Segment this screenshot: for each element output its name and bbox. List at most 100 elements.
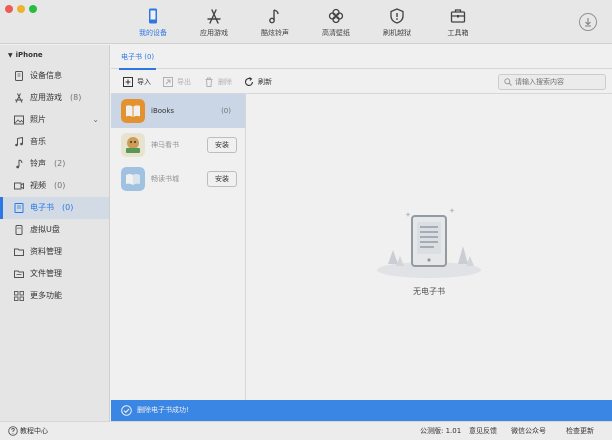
nav-label: 应用游戏 [200,29,228,37]
sidebar-item-data-manager[interactable]: 资料管理 [0,241,109,263]
music-note-icon [269,9,279,24]
download-button[interactable] [579,13,597,31]
nav-label: 我的设备 [139,29,167,37]
nav-ringtones[interactable]: 酷炫铃声 [245,7,305,38]
sidebar-item-music[interactable]: 音乐 [0,131,109,153]
ebook-app-list: iBooks (0) 神马看书 安装 畅读书城 安装 [111,94,246,400]
export-icon [163,77,173,87]
nav-label: 高清壁纸 [322,29,350,37]
feedback-link[interactable]: 意见反馈 [469,422,497,440]
main-panel: 电子书 (0) 导入 导出 删除 刷新 请输入搜索内容 iBooks (0) 神… [111,45,612,400]
tab-ebooks[interactable]: 电子书 (0) [118,45,157,70]
help-center-label: 教程中心 [20,427,48,435]
search-icon [504,78,512,86]
version-text: 公测版: 1.01 [420,427,462,435]
refresh-label: 刷新 [258,78,272,86]
import-button[interactable]: 导入 [123,76,151,88]
music-icon [15,137,23,147]
list-item-changdu[interactable]: 畅读书城 安装 [111,162,245,196]
wechat-link[interactable]: 微信公众号 [511,422,546,440]
sidebar-item-device-info[interactable]: 设备信息 [0,65,109,87]
close-window-button[interactable] [5,5,13,13]
sidebar-item-ebooks[interactable]: 电子书 (0) [0,197,109,219]
zoom-window-button[interactable] [29,5,37,13]
refresh-button[interactable]: 刷新 [244,76,272,88]
app-store-icon [207,9,221,24]
phone-icon [149,8,157,24]
help-icon [8,426,18,436]
tab-bar: 电子书 (0) [111,45,612,70]
nav-flash-jailbreak[interactable]: 刷机越狱 [367,7,427,38]
device-name: iPhone [15,51,43,59]
window-controls [5,5,37,13]
nav-apps-games[interactable]: 应用游戏 [184,7,244,38]
empty-ebook-illustration [377,208,481,278]
search-input[interactable] [515,75,605,89]
refresh-icon [244,77,254,86]
sidebar-item-count: (2) [54,159,66,168]
nav-label: 酷炫铃声 [261,29,289,37]
export-button[interactable]: 导出 [163,76,191,88]
minimize-window-button[interactable] [17,5,25,13]
nav-my-device[interactable]: 我的设备 [123,7,183,38]
sidebar-item-label: 音乐 [30,137,46,146]
ebook-icon [14,203,24,213]
delete-button[interactable]: 删除 [204,76,232,88]
sidebar-item-photos[interactable]: 照片 ⌄ [0,109,109,131]
grid-icon [14,291,24,301]
sidebar-item-label: 铃声 [30,159,46,168]
success-toast: 删除电子书成功! [111,400,612,421]
app-window: 我的设备 应用游戏 酷炫铃声 高清壁纸 刷机越狱 工具箱 ▼ iPhone 设备… [0,0,612,440]
sidebar-item-count: (0) [54,181,66,190]
top-toolbar: 我的设备 应用游戏 酷炫铃声 高清壁纸 刷机越狱 工具箱 [0,0,612,44]
ibooks-icon [121,99,145,123]
photo-icon [14,115,24,125]
sidebar-item-label: 设备信息 [30,71,62,80]
help-center-link[interactable]: 教程中心 [8,422,48,440]
sidebar-item-apps[interactable]: 应用游戏 (8) [0,87,109,109]
install-button[interactable]: 安装 [207,171,237,187]
sidebar-item-more[interactable]: 更多功能 [0,285,109,307]
nav-toolbox[interactable]: 工具箱 [428,7,488,38]
install-button[interactable]: 安装 [207,137,237,153]
check-update-link[interactable]: 检查更新 [566,422,594,440]
sidebar-item-label: 虚拟U盘 [30,225,60,234]
file-manager-icon [14,270,24,278]
changdu-icon [121,167,145,191]
list-item-shenma[interactable]: 神马看书 安装 [111,128,245,162]
search-box[interactable] [498,74,606,90]
toast-text: 删除电子书成功! [137,406,189,414]
empty-state: 无电子书 [246,94,612,400]
download-icon [585,18,591,27]
sidebar-item-label: 电子书 [30,203,54,212]
app-store-icon [15,93,23,103]
sidebar-item-label: 应用游戏 [30,93,62,102]
sidebar-item-label: 视频 [30,181,46,190]
action-bar: 导入 导出 删除 刷新 [111,70,612,94]
chevron-down-icon[interactable]: ⌄ [92,109,99,131]
sidebar: ▼ iPhone 设备信息 应用游戏 (8) 照片 ⌄ 音乐 铃声 (2) 视频 (0) [0,45,110,421]
nav-label: 工具箱 [447,29,469,37]
sidebar-item-file-manager[interactable]: 文件管理 [0,263,109,285]
sidebar-item-virtual-usb[interactable]: 虚拟U盘 [0,219,109,241]
app-name: 畅读书城 [151,175,179,183]
list-item-ibooks[interactable]: iBooks (0) [111,94,245,128]
device-header[interactable]: ▼ iPhone [0,45,109,65]
sidebar-item-label: 文件管理 [30,269,62,278]
nav-label: 刷机越狱 [383,29,411,37]
sidebar-item-label: 资料管理 [30,247,62,256]
sidebar-item-label: 更多功能 [30,291,62,300]
shield-icon [390,8,404,24]
shenma-icon [121,133,145,157]
sidebar-item-videos[interactable]: 视频 (0) [0,175,109,197]
sidebar-item-ringtones[interactable]: 铃声 (2) [0,153,109,175]
caret-down-icon: ▼ [8,52,13,59]
toolbox-icon [450,9,466,23]
check-circle-icon [121,405,132,416]
import-label: 导入 [137,78,151,86]
device-info-icon [15,71,23,81]
import-icon [123,77,133,87]
app-name: 神马看书 [151,141,179,149]
usb-drive-icon [15,225,23,235]
nav-wallpapers[interactable]: 高清壁纸 [306,7,366,38]
